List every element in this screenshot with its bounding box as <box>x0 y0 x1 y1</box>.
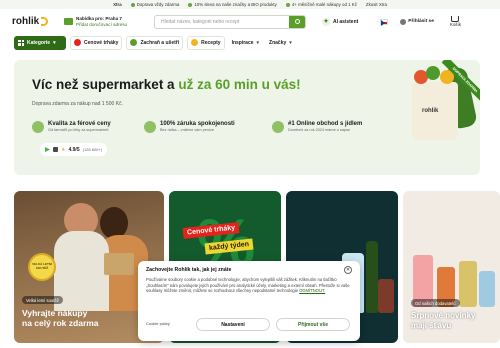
logo-crescent-icon <box>41 17 49 26</box>
app-rating[interactable]: ★ 4.9/5 (128 600+) <box>40 143 108 156</box>
oil-bottle-image <box>366 241 378 313</box>
usp-guarantee: 100% záruka spokojenosti Bez rizika – vrá… <box>144 121 235 133</box>
usp-number-one: #1 Online obchod s jídlem Doměníš za rok … <box>272 121 362 133</box>
percent-icon <box>74 39 81 46</box>
categories-button[interactable]: Kategorie ▾ <box>14 35 66 50</box>
search-button[interactable] <box>289 15 305 28</box>
contest-badge: VELKÁ LETNÍ SOUTĚŽ <box>28 253 56 281</box>
cookie-settings-button[interactable]: Nastavení <box>196 318 270 331</box>
hero-subtitle: Doprava zdarma za nákup nad 1 500 Kč. <box>32 101 123 107</box>
delivery-subtitle: Přidat doručovací adresu <box>76 21 128 27</box>
google-play-icon <box>45 147 50 152</box>
basket-image <box>104 253 134 275</box>
reject-link[interactable]: ODMÍTNOUT. <box>299 288 325 293</box>
delivery-address-button[interactable]: Nabídka pro: Praha 7 Přidat doručovací a… <box>64 16 146 28</box>
czech-flag-icon[interactable] <box>380 18 389 26</box>
jar-image <box>378 279 394 313</box>
promo-strip: Xtra Doprava vždy zdarma 10% sleva na na… <box>0 0 500 9</box>
card-tag: Od našich dodavatelů <box>411 299 460 307</box>
recipe-icon <box>191 39 199 46</box>
chevron-down-icon: ▾ <box>53 39 56 46</box>
ai-assistant-button[interactable]: ✦ AI asistent <box>322 17 358 26</box>
sparkle-icon: ✦ <box>322 17 330 26</box>
search-input[interactable]: Hledat název, kategorii nebo recept <box>154 14 306 29</box>
hero-banner: Víc než supermarket a už za 60 min u vás… <box>14 60 480 175</box>
check-icon <box>130 2 135 7</box>
card-tag: Velká letní soutěž <box>22 296 63 304</box>
promo-item: 10% sleva na naše značky a BIO produkty <box>188 2 277 7</box>
card-title: Srpnové novinky mají šťávu <box>411 311 476 330</box>
promo-card-novelties[interactable]: Srpnové novinky mají šťávu Od našich doda… <box>403 191 500 343</box>
nav-item-price-deals[interactable]: Cenové trháky <box>70 35 123 50</box>
price-tag-icon <box>32 121 44 133</box>
grid-icon <box>18 39 24 46</box>
rohlik-logo[interactable]: rohlik <box>12 16 56 27</box>
cookie-policy-link[interactable]: Cookie policy <box>146 321 170 326</box>
accept-all-button[interactable]: Přijmout vše <box>276 318 350 331</box>
nav-item-inspiration[interactable]: Inspirace ▾ <box>229 36 262 50</box>
user-icon <box>400 18 407 25</box>
apple-icon <box>53 147 58 152</box>
juice-bottle-image <box>459 261 477 307</box>
close-icon[interactable]: ✕ <box>344 266 352 274</box>
hero-title: Víc než supermarket a už za 60 min u vás… <box>32 77 301 92</box>
nav-item-save[interactable]: Zachraň a ušetři <box>126 35 184 50</box>
card-title: Vyhrajte nákupy na celý rok zdarma <box>22 308 99 328</box>
try-xtra-link[interactable]: Zkusit Xtra <box>366 2 387 7</box>
nav-item-recipes[interactable]: Recepty <box>187 35 225 50</box>
promo-item: 4+ měsíčně malé nákupy od 1 Kč <box>285 2 357 7</box>
cart-button[interactable]: Košík <box>450 16 461 27</box>
trophy-icon <box>272 121 284 133</box>
chevron-down-icon: ▾ <box>256 39 260 46</box>
cookie-consent-dialog: Zachovejte Rohlík tak, jak jej znáte ✕ P… <box>138 261 360 341</box>
login-button[interactable]: Přihlásit se <box>400 18 434 25</box>
lettuce-icon <box>426 66 440 80</box>
cookie-body: Používáme soubory cookie a podobné techn… <box>146 277 350 294</box>
xtra-label: Xtra <box>113 2 122 7</box>
promo-item: Doprava vždy zdarma <box>130 2 179 7</box>
leaf-icon <box>130 39 138 46</box>
usp-quality: Kvalita za férové ceny Od farmářů po léky… <box>32 121 111 133</box>
delivery-title: Nabídka pro: Praha 7 <box>76 15 122 21</box>
star-icon: ★ <box>61 146 66 153</box>
header: rohlik Nabídka pro: Praha 7 Přidat doruč… <box>0 9 500 34</box>
nav-item-brands[interactable]: Značky ▾ <box>266 36 295 50</box>
juice-bottle-image <box>479 271 495 307</box>
check-icon <box>285 2 290 7</box>
main-nav: Kategorie ▾ Cenové trháky Zachraň a ušet… <box>0 34 500 51</box>
shopping-bag-image: rohlik <box>412 66 458 140</box>
check-icon <box>188 2 193 7</box>
truck-icon <box>64 18 73 25</box>
search-icon <box>294 19 300 24</box>
thumbs-up-icon <box>144 121 156 133</box>
cookie-title: Zachovejte Rohlík tak, jak jej znáte <box>146 267 232 273</box>
chevron-down-icon: ▾ <box>289 39 292 46</box>
